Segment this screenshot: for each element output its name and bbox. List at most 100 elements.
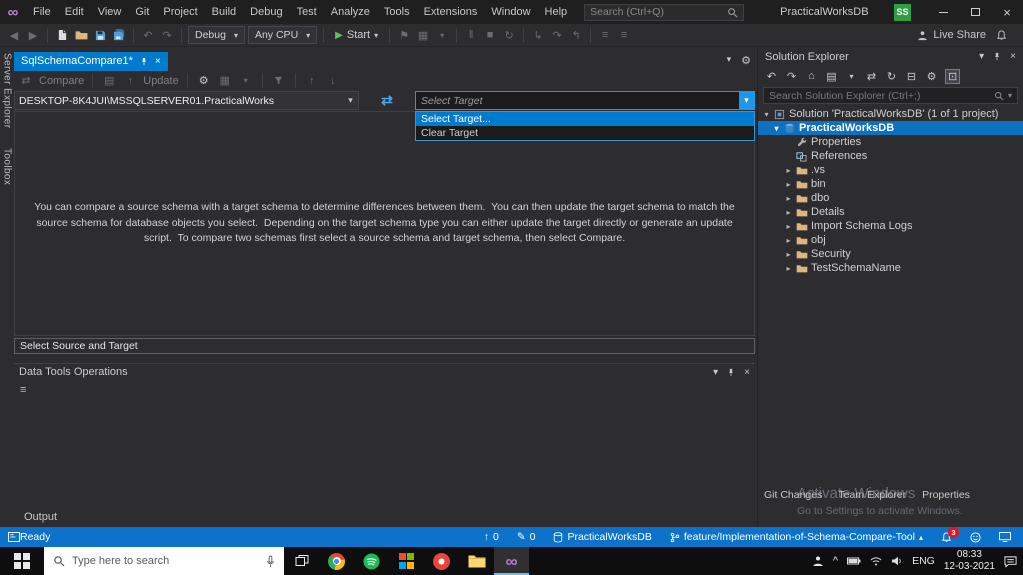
- microphone-icon[interactable]: [266, 555, 275, 568]
- chevron-down-icon[interactable]: ▾: [1008, 91, 1012, 100]
- collapsed-arrow-icon[interactable]: ▸: [783, 194, 794, 203]
- solution-explorer-header[interactable]: Solution Explorer ▾ ×: [758, 47, 1023, 66]
- branch-button[interactable]: feature/Implementation-of-Schema-Compare…: [670, 531, 923, 543]
- tree-item-obj-folder[interactable]: ▸ obj: [758, 233, 1023, 247]
- show-all-files-icon[interactable]: ⊡: [945, 68, 961, 84]
- menu-help[interactable]: Help: [538, 0, 575, 24]
- document-list-chevron-icon[interactable]: ▾: [727, 54, 732, 67]
- tree-item-testschemaname-folder[interactable]: ▸ TestSchemaName: [758, 261, 1023, 275]
- maximize-button[interactable]: [959, 0, 991, 24]
- menu-git[interactable]: Git: [128, 0, 156, 24]
- repository-button[interactable]: PracticalWorksDB: [553, 531, 652, 543]
- spotify-icon[interactable]: [354, 547, 389, 575]
- back-icon[interactable]: ↶: [765, 70, 778, 83]
- open-file-icon[interactable]: [73, 26, 89, 44]
- pending-edits-button[interactable]: ✎ 0: [517, 531, 536, 543]
- switch-views-icon[interactable]: ▤: [825, 70, 838, 83]
- menu-extensions[interactable]: Extensions: [417, 0, 485, 24]
- switch-source-target-button[interactable]: ⇄: [359, 92, 415, 109]
- tree-item-dbo-folder[interactable]: ▸ dbo: [758, 191, 1023, 205]
- feedback-icon[interactable]: [996, 29, 1007, 41]
- tab-team-explorer[interactable]: Team Explorer: [838, 489, 906, 501]
- quick-search-input[interactable]: [590, 6, 724, 18]
- close-tab-icon[interactable]: ×: [155, 56, 161, 67]
- pin-icon[interactable]: [993, 52, 1001, 61]
- task-view-button[interactable]: [284, 547, 319, 575]
- people-icon[interactable]: [812, 555, 824, 567]
- previous-difference-icon[interactable]: ↑: [304, 72, 320, 90]
- menu-view[interactable]: View: [91, 0, 129, 24]
- report-view-icon[interactable]: ▦: [217, 72, 233, 90]
- pin-icon[interactable]: [727, 368, 735, 377]
- taskbar-clock[interactable]: 08:33 12-03-2021: [944, 549, 995, 574]
- show-hidden-icons-chevron[interactable]: ^: [833, 555, 838, 567]
- battery-icon[interactable]: [847, 557, 861, 565]
- new-file-icon[interactable]: [54, 26, 70, 44]
- feedback-icon[interactable]: [970, 531, 981, 543]
- chevron-down-icon[interactable]: ▾: [845, 72, 858, 81]
- menu-debug[interactable]: Debug: [243, 0, 289, 24]
- tree-item-details-folder[interactable]: ▸ Details: [758, 205, 1023, 219]
- save-icon[interactable]: [92, 26, 108, 44]
- outdent-icon[interactable]: ≡: [616, 26, 632, 44]
- solution-configuration-dropdown[interactable]: Debug ▾: [188, 26, 245, 44]
- tab-properties[interactable]: Properties: [922, 489, 970, 501]
- menu-build[interactable]: Build: [205, 0, 243, 24]
- volume-icon[interactable]: [891, 556, 903, 566]
- dropdown-item-select-target[interactable]: Select Target...: [416, 111, 754, 126]
- step-over-icon[interactable]: ↷: [549, 26, 565, 44]
- window-options-gear-icon[interactable]: ⚙: [741, 54, 751, 67]
- generate-script-icon[interactable]: ▤: [101, 72, 117, 90]
- visual-studio-taskbar-icon[interactable]: ∞: [494, 547, 529, 575]
- action-center-icon[interactable]: [1004, 555, 1017, 568]
- expanded-arrow-icon[interactable]: ▾: [761, 110, 772, 119]
- sync-with-active-document-icon[interactable]: ⇄: [865, 70, 878, 83]
- chevron-down-icon[interactable]: ▾: [238, 72, 254, 90]
- tree-item-solution[interactable]: ▾ Solution 'PracticalWorksDB' (1 of 1 pr…: [758, 107, 1023, 121]
- menu-analyze[interactable]: Analyze: [324, 0, 377, 24]
- chevron-down-icon[interactable]: ▾: [713, 367, 718, 378]
- menu-file[interactable]: File: [26, 0, 58, 24]
- outgoing-commits-button[interactable]: ↑ 0: [484, 531, 499, 543]
- close-panel-icon[interactable]: ×: [744, 367, 750, 378]
- expanded-arrow-icon[interactable]: ▾: [771, 124, 782, 133]
- menu-edit[interactable]: Edit: [58, 0, 91, 24]
- target-combobox[interactable]: Select Target ▾: [415, 91, 755, 111]
- save-all-icon[interactable]: [111, 26, 127, 44]
- close-button[interactable]: ×: [991, 0, 1023, 24]
- source-combobox[interactable]: DESKTOP-8K4JUI\MSSQLSERVER01.PracticalWo…: [14, 91, 359, 111]
- tree-item-import-schema-logs-folder[interactable]: ▸ Import Schema Logs: [758, 219, 1023, 233]
- tab-server-explorer[interactable]: Server Explorer: [2, 53, 13, 128]
- breakpoint-flag-icon[interactable]: ⚑: [396, 26, 412, 44]
- chevron-down-icon[interactable]: ▾: [979, 51, 984, 62]
- collapse-all-icon[interactable]: ⊟: [905, 70, 918, 83]
- taskbar-search-box[interactable]: [44, 547, 284, 575]
- tree-item-properties[interactable]: Properties: [758, 135, 1023, 149]
- window-layout-icon[interactable]: ▦: [415, 26, 431, 44]
- pin-icon[interactable]: [140, 57, 148, 66]
- home-icon[interactable]: ⌂: [805, 70, 818, 82]
- language-indicator[interactable]: ENG: [912, 555, 935, 567]
- live-share-button[interactable]: Live Share: [917, 29, 986, 41]
- collapsed-arrow-icon[interactable]: ▸: [783, 264, 794, 273]
- tree-item-references[interactable]: References: [758, 149, 1023, 163]
- menu-project[interactable]: Project: [156, 0, 204, 24]
- output-panel-tab[interactable]: Output: [14, 507, 755, 527]
- stop-icon[interactable]: ■: [482, 26, 498, 44]
- next-difference-icon[interactable]: ↓: [325, 72, 341, 90]
- collapsed-arrow-icon[interactable]: ▸: [783, 236, 794, 245]
- solution-explorer-search[interactable]: ▾: [763, 87, 1018, 104]
- start-debug-button[interactable]: ▶ Start ▾: [330, 26, 383, 44]
- collapsed-arrow-icon[interactable]: ▸: [783, 222, 794, 231]
- restart-icon[interactable]: ↻: [501, 26, 517, 44]
- collapsed-arrow-icon[interactable]: ▸: [783, 166, 794, 175]
- undo-icon[interactable]: ↶: [140, 26, 156, 44]
- operations-panel-header[interactable]: Data Tools Operations ▾ ×: [14, 364, 755, 381]
- chrome-icon[interactable]: [319, 547, 354, 575]
- network-icon[interactable]: [870, 556, 882, 566]
- chevron-down-icon[interactable]: ▾: [739, 92, 754, 110]
- collapsed-arrow-icon[interactable]: ▸: [783, 180, 794, 189]
- screen-share-icon[interactable]: [999, 532, 1011, 542]
- tree-item-bin-folder[interactable]: ▸ bin: [758, 177, 1023, 191]
- dropdown-item-clear-target[interactable]: Clear Target: [416, 126, 754, 140]
